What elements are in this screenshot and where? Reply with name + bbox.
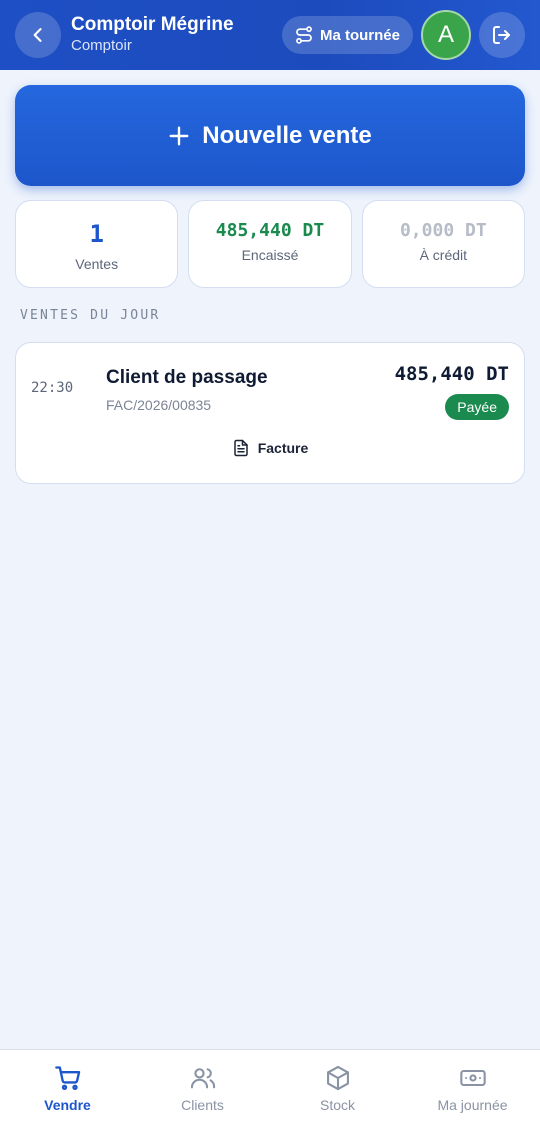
logout-icon	[493, 26, 510, 44]
sale-reference: FAC/2026/00835	[106, 397, 212, 413]
tour-button-label: Ma tournée	[319, 26, 400, 44]
nav-label: Vendre	[44, 1097, 91, 1113]
box-icon	[326, 1065, 349, 1091]
sale-time: 22:30	[31, 380, 74, 396]
stat-label: Encaissé	[241, 246, 299, 263]
invoice-button[interactable]: Facture	[16, 438, 524, 458]
stat-value: 1	[89, 220, 104, 248]
users-icon	[190, 1068, 215, 1089]
new-sale-label: Nouvelle vente	[202, 121, 372, 149]
avatar[interactable]: A	[421, 10, 471, 60]
invoice-label: Facture	[257, 440, 309, 456]
stat-collected: 485,440 DT Encaissé	[188, 200, 352, 288]
nav-label: Clients	[181, 1097, 224, 1113]
bottom-nav: Vendre Clients Stock Ma journée	[0, 1049, 540, 1130]
stat-sales-count: 1 Ventes	[15, 200, 179, 288]
banknote-icon	[459, 1069, 486, 1087]
stat-label: Ventes	[75, 256, 119, 272]
nav-item-my-day[interactable]: Ma journée	[405, 1050, 540, 1130]
tour-button[interactable]: Ma tournée	[281, 16, 413, 54]
route-icon	[296, 26, 312, 44]
back-button[interactable]	[15, 12, 61, 58]
cart-icon	[54, 1066, 80, 1091]
title-block: Comptoir Mégrine Comptoir	[71, 14, 282, 56]
page-title: Comptoir Mégrine	[71, 14, 234, 35]
plus-icon	[169, 126, 189, 145]
nav-item-clients[interactable]: Clients	[135, 1050, 270, 1130]
sale-client: Client de passage	[106, 367, 268, 388]
page-subtitle: Comptoir	[71, 37, 132, 54]
section-title: VENTES DU JOUR	[20, 308, 161, 323]
sale-amount: 485,440 DT	[394, 363, 509, 385]
nav-label: Stock	[319, 1097, 355, 1113]
document-icon	[233, 439, 248, 457]
chevron-left-icon	[33, 28, 42, 42]
status-badge: Payée	[445, 394, 509, 420]
sale-card[interactable]: 22:30 Client de passage FAC/2026/00835 4…	[15, 342, 525, 484]
app-header: Comptoir Mégrine Comptoir Ma tournée A	[0, 0, 540, 70]
stats-row: 1 Ventes 485,440 DT Encaissé 0,000 DT À …	[15, 200, 525, 288]
nav-item-sell[interactable]: Vendre	[0, 1050, 135, 1130]
nav-item-stock[interactable]: Stock	[270, 1050, 405, 1130]
nav-label: Ma journée	[437, 1097, 508, 1113]
new-sale-button[interactable]: Nouvelle vente	[15, 85, 525, 186]
stat-credit: 0,000 DT À crédit	[361, 200, 525, 288]
stat-value: 485,440 DT	[215, 219, 325, 241]
stat-label: À crédit	[419, 246, 468, 263]
stat-value: 0,000 DT	[399, 219, 487, 241]
logout-button[interactable]	[479, 12, 525, 58]
